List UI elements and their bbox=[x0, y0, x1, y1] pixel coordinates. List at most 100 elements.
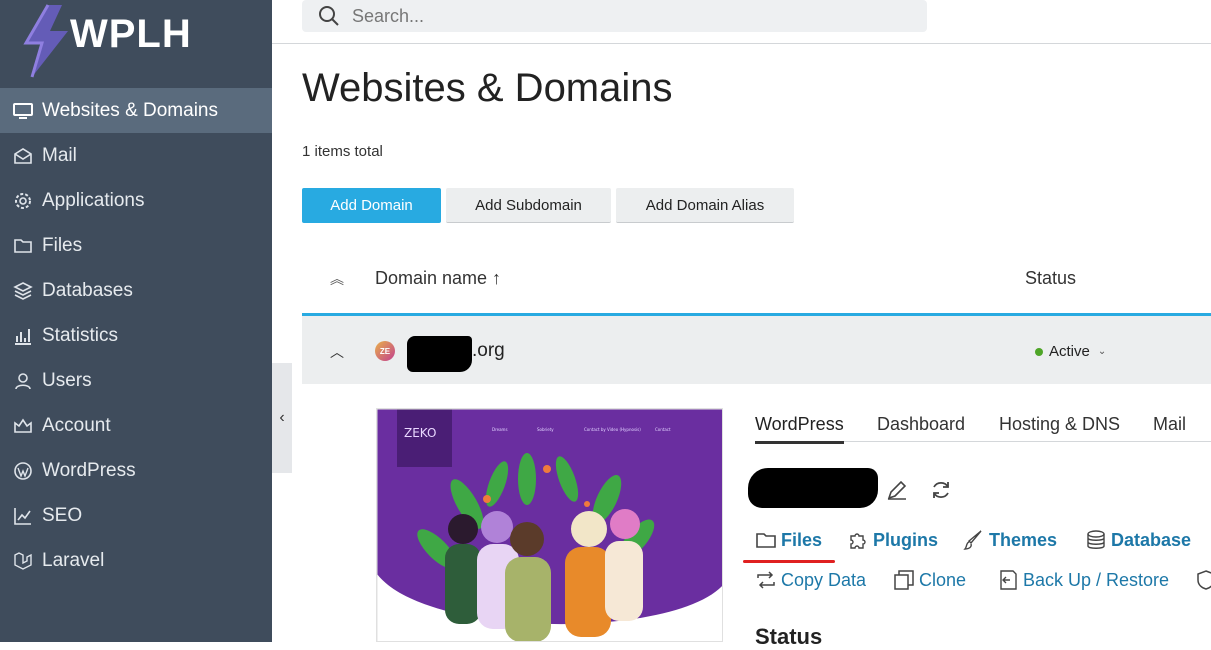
gear-icon bbox=[12, 190, 34, 212]
bar-chart-icon bbox=[12, 325, 34, 347]
preview-nav-item: Sobriety bbox=[537, 427, 554, 432]
sidebar-item-users[interactable]: Users bbox=[0, 358, 272, 403]
tab-wordpress[interactable]: WordPress bbox=[755, 414, 844, 444]
clone-icon bbox=[894, 570, 914, 590]
sidebar-item-label: Users bbox=[42, 369, 92, 391]
user-icon bbox=[12, 370, 34, 392]
plugins-link-label: Plugins bbox=[873, 529, 939, 550]
database-link-label: Database bbox=[1111, 529, 1192, 550]
brand-name: WPLH bbox=[70, 12, 192, 56]
sidebar-item-wordpress[interactable]: WordPress bbox=[0, 448, 272, 493]
preview-logo: ZEKO bbox=[404, 426, 436, 440]
refresh-icon[interactable] bbox=[930, 479, 952, 501]
database-icon bbox=[1087, 530, 1105, 549]
tab-dashboard[interactable]: Dashboard bbox=[877, 414, 965, 441]
sidebar-nav: Websites & Domains Mail Applications Fil… bbox=[0, 88, 272, 583]
backup-icon bbox=[1000, 570, 1017, 590]
sidebar-item-websites-domains[interactable]: Websites & Domains bbox=[0, 88, 272, 133]
site-favicon: ZE bbox=[375, 341, 395, 361]
laravel-icon bbox=[12, 550, 34, 572]
sidebar-item-label: Mail bbox=[42, 144, 77, 166]
backup-restore-link[interactable]: Back Up / Restore bbox=[997, 569, 1169, 591]
copy-data-link[interactable]: Copy Data bbox=[755, 569, 866, 591]
sidebar-item-statistics[interactable]: Statistics bbox=[0, 313, 272, 358]
add-domain-alias-button[interactable]: Add Domain Alias bbox=[616, 188, 794, 223]
chevron-left-icon: ‹ bbox=[279, 409, 285, 426]
sidebar-item-applications[interactable]: Applications bbox=[0, 178, 272, 223]
wordpress-icon bbox=[12, 460, 34, 482]
monitor-icon bbox=[12, 100, 34, 122]
brush-icon bbox=[963, 530, 982, 550]
tab-hosting-dns[interactable]: Hosting & DNS bbox=[999, 414, 1120, 441]
seo-chart-icon bbox=[12, 505, 34, 527]
site-preview-image: ZEKO Dreams Sobriety Contact by Video (H… bbox=[377, 409, 722, 641]
add-domain-button[interactable]: Add Domain bbox=[302, 188, 441, 223]
sidebar-item-seo[interactable]: SEO bbox=[0, 493, 272, 538]
highlight-underline bbox=[743, 560, 835, 563]
copy-data-link-label: Copy Data bbox=[781, 569, 867, 590]
sidebar-item-label: Laravel bbox=[42, 549, 105, 571]
backup-restore-link-label: Back Up / Restore bbox=[1023, 569, 1170, 590]
site-preview[interactable]: ZEKO Dreams Sobriety Contact by Video (H… bbox=[376, 408, 723, 642]
puzzle-icon bbox=[850, 533, 866, 549]
collapse-all-icon[interactable]: ︽ bbox=[330, 269, 344, 289]
files-link-label: Files bbox=[781, 529, 823, 550]
sidebar-item-label: Websites & Domains bbox=[42, 99, 218, 121]
sidebar-item-label: Applications bbox=[42, 189, 145, 211]
sidebar-item-files[interactable]: Files bbox=[0, 223, 272, 268]
sidebar-item-account[interactable]: Account bbox=[0, 403, 272, 448]
database-link[interactable]: Database bbox=[1085, 529, 1191, 551]
account-icon bbox=[12, 415, 34, 437]
sync-copy-icon bbox=[757, 571, 775, 589]
column-header-status[interactable]: Status bbox=[1025, 268, 1076, 289]
column-header-domain[interactable]: Domain name ↑ bbox=[375, 268, 501, 289]
sidebar-item-label: WordPress bbox=[42, 459, 136, 481]
folder-icon bbox=[756, 533, 776, 548]
add-subdomain-button[interactable]: Add Subdomain bbox=[446, 188, 611, 223]
domain-row[interactable]: ︿ ZE .org Active ⌄ bbox=[302, 313, 1211, 384]
redacted-area bbox=[407, 336, 472, 372]
clone-link[interactable]: Clone bbox=[893, 569, 966, 591]
preview-nav-item: Dreams bbox=[492, 427, 508, 432]
sidebar-item-label: Statistics bbox=[42, 324, 119, 346]
page-title: Websites & Domains bbox=[302, 66, 673, 110]
sidebar-item-label: Files bbox=[42, 234, 83, 256]
plugins-link[interactable]: Plugins bbox=[847, 529, 938, 551]
security-link[interactable] bbox=[1195, 569, 1211, 591]
status-section-heading: Status bbox=[755, 624, 823, 649]
files-link[interactable]: Files bbox=[755, 529, 822, 551]
header-divider bbox=[272, 43, 1211, 44]
clone-link-label: Clone bbox=[919, 569, 967, 590]
pencil-icon[interactable] bbox=[886, 479, 908, 501]
search-input[interactable] bbox=[352, 5, 892, 27]
status-dropdown[interactable]: Active ⌄ bbox=[1035, 343, 1106, 360]
status-label: Active bbox=[1049, 343, 1090, 360]
domain-name[interactable]: .org bbox=[472, 340, 505, 362]
folder-icon bbox=[12, 235, 34, 257]
sidebar-item-label: SEO bbox=[42, 504, 83, 526]
themes-link[interactable]: Themes bbox=[963, 529, 1057, 551]
redacted-area bbox=[748, 468, 878, 508]
search-icon bbox=[319, 6, 339, 26]
sidebar-collapse-handle[interactable]: ‹ bbox=[272, 363, 292, 473]
domain-tabs: WordPress Dashboard Hosting & DNS Mail bbox=[755, 410, 1211, 444]
preview-nav-item: Contact bbox=[655, 427, 671, 432]
shield-icon bbox=[1197, 570, 1211, 590]
sidebar-item-mail[interactable]: Mail bbox=[0, 133, 272, 178]
status-dot-icon bbox=[1035, 347, 1043, 356]
preview-nav-item: Contact by Video (Hypnosis) bbox=[584, 427, 641, 432]
themes-link-label: Themes bbox=[989, 529, 1058, 550]
tab-mail[interactable]: Mail bbox=[1153, 414, 1186, 441]
sidebar-item-databases[interactable]: Databases bbox=[0, 268, 272, 313]
search-bar[interactable] bbox=[302, 0, 927, 32]
sidebar-item-label: Databases bbox=[42, 279, 133, 301]
mail-icon bbox=[12, 145, 34, 167]
sidebar: WPLH Websites & Domains Mail Application… bbox=[0, 0, 272, 642]
list-header: ︽ Domain name ↑ Status bbox=[302, 255, 1211, 313]
sidebar-item-label: Account bbox=[42, 414, 111, 436]
sidebar-item-laravel[interactable]: Laravel bbox=[0, 538, 272, 583]
chevron-down-icon: ⌄ bbox=[1097, 346, 1107, 357]
database-icon bbox=[12, 280, 34, 302]
brand-logo[interactable] bbox=[18, 0, 78, 80]
chevron-up-icon[interactable]: ︿ bbox=[330, 342, 344, 362]
